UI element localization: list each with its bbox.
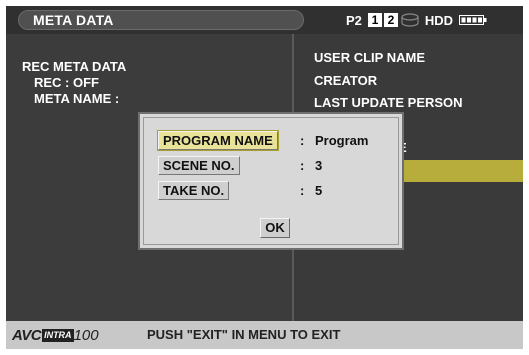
header-bar: META DATA P2 1 2 HDD: [6, 6, 523, 34]
avc-intra-logo: AVC INTRA 100: [12, 326, 99, 344]
program-name-button[interactable]: PROGRAM NAME: [157, 130, 279, 151]
selected-menu-highlight[interactable]: [384, 160, 523, 182]
scene-no-value: 3: [315, 158, 323, 173]
take-no-value: 5: [315, 183, 323, 198]
rec-status: REC : OFF: [34, 75, 99, 90]
page-title: META DATA: [33, 12, 114, 28]
menu-item-last-update-person[interactable]: LAST UPDATE PERSON: [314, 95, 463, 110]
menu-item-user-clip-name[interactable]: USER CLIP NAME: [314, 50, 425, 65]
rec-meta-block: REC META DATA REC : OFF META NAME :: [22, 59, 126, 107]
hdd-label: HDD: [424, 12, 454, 28]
footer-bar: AVC INTRA 100 PUSH "EXIT" IN MENU TO EXI…: [6, 321, 523, 349]
meta-name-label: META NAME :: [34, 91, 120, 106]
menu-item-creator[interactable]: CREATOR: [314, 73, 377, 88]
separator: :: [300, 158, 305, 173]
battery-icon: [459, 14, 487, 26]
take-no-button[interactable]: TAKE NO.: [158, 181, 230, 200]
screen: META DATA P2 1 2 HDD REC META DATA REC:…: [6, 6, 523, 349]
status-area: P2 1 2 HDD: [346, 11, 487, 29]
scene-no-button[interactable]: SCENE NO.: [158, 156, 240, 175]
program-name-value: Program: [315, 133, 369, 148]
title-pill: META DATA: [18, 10, 304, 30]
logo-avc-text: AVC: [12, 326, 42, 344]
logo-number-text: 100: [73, 326, 99, 344]
separator: :: [300, 133, 305, 148]
exit-instruction: PUSH "EXIT" IN MENU TO EXIT: [147, 327, 341, 342]
slot-1-indicator: 1: [367, 13, 382, 27]
p2-label: P2: [346, 12, 362, 28]
rec-meta-heading: REC META DATA: [22, 59, 127, 74]
slot-2-indicator: 2: [383, 13, 398, 27]
ok-button[interactable]: OK: [260, 218, 290, 238]
logo-intra-text: INTRA: [42, 328, 74, 342]
separator: :: [300, 183, 305, 198]
meta-dialog: PROGRAM NAME : Program SCENE NO. : 3 TAK…: [138, 112, 404, 250]
disk-icon: [401, 13, 419, 27]
